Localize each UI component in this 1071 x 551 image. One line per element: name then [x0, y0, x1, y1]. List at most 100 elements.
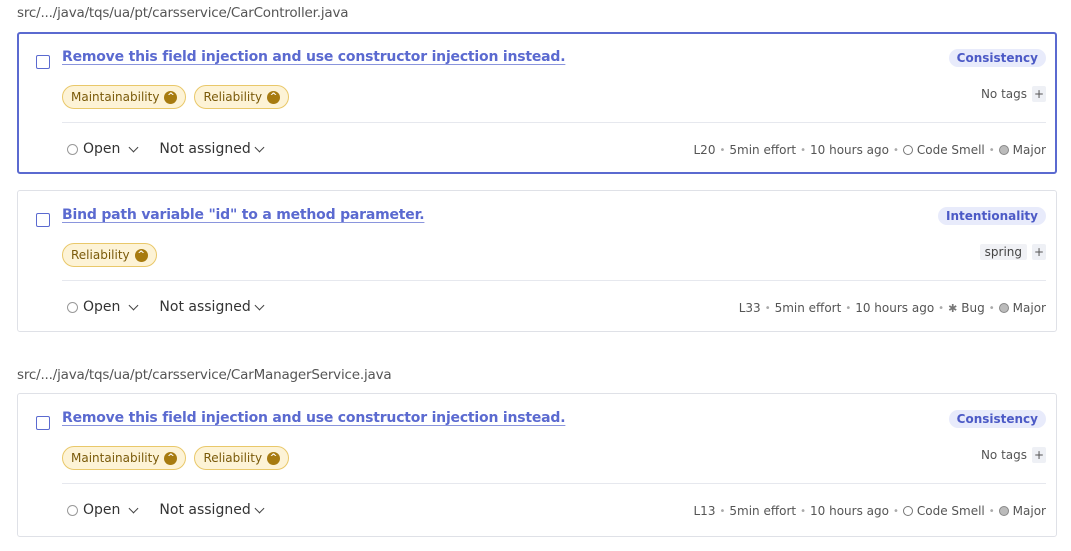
- issue-type: Code Smell: [916, 504, 985, 518]
- file-path: src/.../java/tqs/ua/pt/carsservice/CarCo…: [17, 5, 349, 21]
- separator-dot: •: [800, 144, 806, 156]
- issue-card[interactable]: Remove this field injection and use cons…: [17, 393, 1057, 537]
- issue-actions: Open Not assigned: [67, 502, 265, 518]
- issue-title-link[interactable]: Remove this field injection and use cons…: [62, 410, 566, 426]
- divider: [62, 483, 1046, 484]
- severity: Major: [1012, 301, 1046, 315]
- effort: 5min effort: [729, 143, 797, 157]
- divider: [62, 122, 1046, 123]
- separator-dot: •: [938, 302, 945, 314]
- tags: No tags +: [981, 447, 1046, 463]
- software-qualities: Maintainability ^ Reliability ^: [62, 446, 290, 470]
- tags: No tags +: [981, 86, 1046, 102]
- status-dropdown[interactable]: Open: [67, 502, 139, 518]
- tags-label: No tags: [980, 87, 1027, 101]
- tags: spring +: [979, 244, 1046, 260]
- issue-checkbox[interactable]: [36, 416, 50, 430]
- issue-meta: L20 • 5min effort • 10 hours ago • Code …: [694, 143, 1047, 157]
- separator-dot: •: [988, 505, 995, 517]
- software-qualities: Reliability ^: [62, 243, 157, 267]
- divider: [62, 280, 1046, 281]
- tag-chip: spring: [979, 244, 1027, 260]
- separator-dot: •: [800, 505, 806, 517]
- severity-major-icon: [998, 506, 1009, 516]
- issue-type: Bug: [961, 301, 985, 315]
- code-smell-icon: [902, 145, 913, 155]
- issue-type: Code Smell: [916, 143, 985, 157]
- time-ago: 10 hours ago: [810, 143, 889, 157]
- chevron-down-icon: [128, 300, 139, 310]
- bug-icon: ✱: [948, 301, 958, 315]
- clean-code-attribute-badge: Intentionality: [938, 207, 1046, 225]
- code-smell-icon: [902, 506, 913, 516]
- status-dropdown[interactable]: Open: [67, 141, 139, 157]
- chevron-down-icon: [128, 503, 139, 513]
- quality-badge-reliability[interactable]: Reliability ^: [194, 446, 290, 470]
- severity-major-icon: [998, 145, 1009, 155]
- quality-label: Maintainability: [71, 451, 160, 465]
- clean-code-attribute-badge: Consistency: [948, 49, 1046, 67]
- separator-dot: •: [988, 302, 995, 314]
- separator-dot: •: [845, 302, 852, 314]
- assignee-dropdown[interactable]: Not assigned: [159, 141, 265, 157]
- quality-badge-reliability[interactable]: Reliability ^: [194, 85, 290, 109]
- status-label: Open: [83, 502, 121, 518]
- effort: 5min effort: [774, 301, 842, 315]
- software-qualities: Maintainability ^ Reliability ^: [62, 85, 290, 109]
- quality-label: Maintainability: [71, 90, 160, 104]
- issue-checkbox[interactable]: [36, 213, 50, 227]
- assignee-dropdown[interactable]: Not assigned: [159, 502, 265, 518]
- line-link[interactable]: L20: [694, 143, 716, 157]
- quality-badge-maintainability[interactable]: Maintainability ^: [62, 446, 187, 470]
- add-tag-button[interactable]: +: [1032, 447, 1046, 463]
- quality-label: Reliability: [71, 248, 130, 262]
- issue-meta: L13 • 5min effort • 10 hours ago • Code …: [694, 504, 1047, 518]
- issue-actions: Open Not assigned: [67, 141, 265, 157]
- assignee-label: Not assigned: [159, 299, 251, 315]
- line-link[interactable]: L13: [694, 504, 716, 518]
- status-dropdown[interactable]: Open: [67, 299, 139, 315]
- issue-title-link[interactable]: Remove this field injection and use cons…: [62, 49, 566, 65]
- quality-badge-maintainability[interactable]: Maintainability ^: [62, 85, 187, 109]
- chevron-down-icon: [128, 142, 139, 152]
- status-label: Open: [83, 141, 121, 157]
- severity: Major: [1012, 504, 1046, 518]
- chevron-down-icon: [254, 142, 265, 152]
- add-tag-button[interactable]: +: [1032, 86, 1046, 102]
- separator-dot: •: [892, 144, 899, 156]
- status-circle-icon: [67, 504, 78, 516]
- quality-label: Reliability: [203, 90, 263, 104]
- status-circle-icon: [67, 143, 78, 155]
- add-tag-button[interactable]: +: [1032, 244, 1046, 260]
- issue-checkbox[interactable]: [36, 55, 50, 69]
- line-link[interactable]: L33: [739, 301, 761, 315]
- status-circle-icon: [67, 301, 78, 313]
- chevron-up-icon: ^: [267, 451, 281, 465]
- chevron-up-icon: ^: [164, 451, 178, 465]
- quality-badge-reliability[interactable]: Reliability ^: [62, 243, 157, 267]
- separator-dot: •: [719, 144, 726, 156]
- chevron-down-icon: [254, 503, 265, 513]
- severity: Major: [1012, 143, 1046, 157]
- issue-title-link[interactable]: Bind path variable "id" to a method para…: [62, 207, 425, 223]
- clean-code-attribute-badge: Consistency: [948, 410, 1046, 428]
- chevron-up-icon: ^: [164, 90, 178, 104]
- chevron-up-icon: ^: [267, 90, 281, 104]
- time-ago: 10 hours ago: [810, 504, 889, 518]
- assignee-dropdown[interactable]: Not assigned: [159, 299, 265, 315]
- issue-card[interactable]: Bind path variable "id" to a method para…: [17, 190, 1057, 332]
- effort: 5min effort: [729, 504, 797, 518]
- issue-meta: L33 • 5min effort • 10 hours ago • ✱ Bug…: [739, 301, 1046, 315]
- separator-dot: •: [892, 505, 899, 517]
- quality-label: Reliability: [203, 451, 263, 465]
- time-ago: 10 hours ago: [855, 301, 935, 315]
- assignee-label: Not assigned: [159, 141, 251, 157]
- separator-dot: •: [719, 505, 726, 517]
- assignee-label: Not assigned: [159, 502, 251, 518]
- status-label: Open: [83, 299, 121, 315]
- severity-major-icon: [998, 303, 1009, 313]
- issue-actions: Open Not assigned: [67, 299, 265, 315]
- issue-card[interactable]: Remove this field injection and use cons…: [17, 32, 1057, 174]
- tags-label: No tags: [980, 448, 1027, 462]
- chevron-up-icon: ^: [134, 248, 148, 262]
